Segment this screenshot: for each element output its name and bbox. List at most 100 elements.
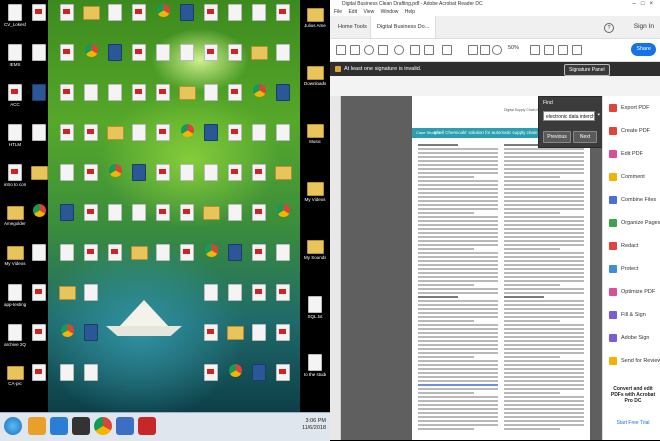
desktop-icon[interactable] [224,4,246,22]
desktop-icon[interactable] [200,244,222,258]
desktop-icon[interactable] [272,204,294,218]
save-icon[interactable] [336,45,346,55]
desktop-icon[interactable] [152,84,174,102]
desktop-icon[interactable] [28,324,50,342]
zoom-out-icon[interactable] [492,45,502,55]
desktop-icon[interactable] [224,84,246,102]
desktop-icon[interactable] [28,204,50,218]
desktop-icon[interactable] [56,204,78,222]
menu-help[interactable]: Help [405,9,415,15]
desktop-icon[interactable] [128,84,150,102]
upload-icon[interactable] [364,45,374,55]
share-button[interactable]: Share [631,43,656,56]
desktop-icon[interactable] [176,84,198,101]
desktop-icon[interactable] [152,244,174,262]
menu-view[interactable]: View [363,9,374,15]
desktop-icon[interactable]: intro to computer... [4,164,26,187]
desktop-icon[interactable] [224,124,246,142]
fit-page-icon[interactable] [530,45,540,55]
desktop-icon[interactable]: My Videos [304,180,326,202]
menu-window[interactable]: Window [381,9,399,15]
desktop-icon[interactable] [56,364,78,382]
desktop-icon[interactable] [272,324,294,342]
desktop-icon[interactable] [248,324,270,342]
desktop-icon[interactable] [28,84,50,102]
desktop-icon[interactable] [152,204,174,222]
desktop-icon[interactable] [128,244,150,261]
hand-tool-icon[interactable] [480,45,490,55]
desktop-icon[interactable] [224,244,246,262]
desktop-icon[interactable]: CV_Lokesh Amegolden... [4,4,26,27]
desktop-icon[interactable] [224,164,246,182]
desktop-icon[interactable] [248,364,270,382]
desktop-icon[interactable] [104,84,126,102]
desktop-icon[interactable] [28,364,50,382]
menu-edit[interactable]: Edit [348,9,357,15]
desktop-icon[interactable]: Music [304,122,326,144]
tab-tools[interactable]: Tools [354,16,367,38]
desktop-icon[interactable] [248,204,270,222]
sign-icon[interactable] [572,45,582,55]
desktop-icon[interactable] [248,44,270,61]
desktop-icon[interactable] [272,84,294,102]
desktop-icon[interactable] [104,164,126,178]
desktop-icon[interactable] [152,164,174,182]
desktop-icon[interactable] [104,4,126,22]
desktop-icon[interactable] [128,124,150,142]
desktop-icon[interactable] [104,244,126,262]
desktop-icon[interactable] [152,44,174,62]
desktop-icon[interactable] [80,4,102,21]
desktop-icon[interactable] [176,4,198,22]
desktop-icon[interactable]: archive 2Q [4,324,26,347]
highlight-icon[interactable] [558,45,568,55]
desktop-icon[interactable] [176,124,198,138]
desktop-icon[interactable] [152,4,174,18]
desktop-icon[interactable] [56,164,78,182]
tab-home[interactable]: Home [338,16,353,38]
desktop-icon[interactable] [104,124,126,141]
desktop-icon[interactable]: Amegolden Julius Aku... [4,204,26,226]
desktop-icon[interactable]: Julius Amegolden [304,6,326,28]
desktop-icon[interactable] [248,84,270,98]
desktop-icon[interactable]: Downloads [304,64,326,86]
word-icon[interactable] [116,417,134,435]
desktop-icon[interactable] [224,284,246,302]
file-explorer-icon[interactable] [28,417,46,435]
desktop-icon[interactable] [56,284,78,301]
desktop-icon[interactable] [176,244,198,262]
desktop-icon[interactable] [272,44,294,62]
desktop-icon[interactable] [104,44,126,62]
desktop-icon[interactable] [80,84,102,102]
desktop-icon[interactable] [28,124,50,142]
sign-in-link[interactable]: Sign In [634,16,654,38]
desktop-icon[interactable] [104,204,126,222]
desktop-icon[interactable] [224,204,246,222]
desktop-icon[interactable] [80,364,102,382]
desktop-icon[interactable] [224,364,246,378]
desktop-icon[interactable] [28,164,50,181]
help-icon[interactable]: ? [604,23,614,33]
desktop-icon[interactable] [272,284,294,302]
select-cursor-icon[interactable] [468,45,478,55]
desktop-icon[interactable]: ACC [4,84,26,107]
desktop-icon[interactable] [272,244,294,262]
desktop-icon[interactable] [248,244,270,262]
desktop-icon[interactable] [128,4,150,22]
desktop-icon[interactable] [56,244,78,262]
menu-file[interactable]: File [334,9,342,15]
desktop-icon[interactable] [56,44,78,62]
print-icon[interactable] [350,45,360,55]
desktop-icon[interactable] [272,364,294,382]
desktop-icon[interactable] [200,84,222,102]
window-controls[interactable]: –□× [633,0,658,8]
desktop-icon[interactable] [128,164,150,182]
signature-panel-button[interactable]: Signature Panel [564,64,610,76]
desktop-icon[interactable]: CA-pic [4,364,26,386]
email-icon[interactable] [378,45,388,55]
desktop-icon[interactable] [224,324,246,341]
page-number-field[interactable] [442,45,452,55]
find-input[interactable]: electronic data interchange [543,111,595,121]
desktop-icon[interactable]: SQL.txt [304,296,326,319]
desktop-icon[interactable] [28,244,50,262]
desktop-icon[interactable] [80,44,102,58]
